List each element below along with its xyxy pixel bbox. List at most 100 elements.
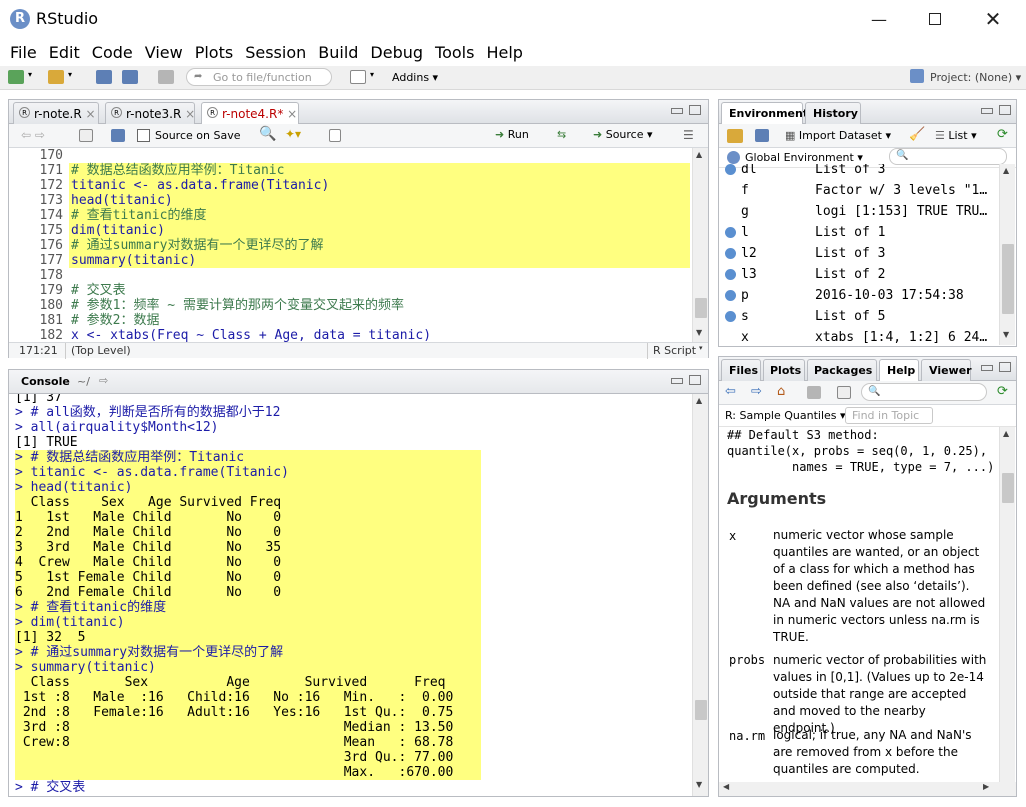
save-icon[interactable] xyxy=(96,70,112,84)
tab-r-note3[interactable]: Rr-note3.R × xyxy=(105,102,195,124)
tab-files[interactable]: Files xyxy=(721,359,761,381)
env-row[interactable]: l3 List of 2 xyxy=(719,264,999,285)
tab-help[interactable]: Help xyxy=(879,359,919,382)
forward-arrow-icon[interactable]: ⇨ xyxy=(751,384,762,399)
new-file-icon[interactable] xyxy=(8,70,24,84)
code-line[interactable]: titanic <- as.data.frame(Titanic) xyxy=(69,178,690,193)
menu-code[interactable]: Code xyxy=(86,43,139,62)
project-menu[interactable]: Project: (None) ▾ xyxy=(930,71,1021,84)
code-line[interactable]: summary(titanic) xyxy=(69,253,690,268)
env-row[interactable]: l2 List of 3 xyxy=(719,243,999,264)
env-scrollbar[interactable]: ▲ ▼ xyxy=(999,164,1015,345)
close-tab-icon[interactable]: × xyxy=(86,107,96,121)
home-icon[interactable]: ⌂ xyxy=(777,384,785,399)
code-line[interactable] xyxy=(69,268,690,283)
refresh-icon[interactable]: ⟳ xyxy=(997,384,1008,399)
maximize-button[interactable] xyxy=(912,4,958,34)
tab-plots[interactable]: Plots xyxy=(763,359,805,381)
help-search-input[interactable]: 🔍 xyxy=(861,383,987,401)
menu-tools[interactable]: Tools xyxy=(429,43,480,62)
env-row[interactable]: p 2016-10-03 17:54:38 xyxy=(719,285,999,306)
env-row[interactable]: g logi [1:153] TRUE TRU… xyxy=(719,201,999,222)
minimize-button[interactable]: — xyxy=(856,4,902,34)
expand-arrow-icon[interactable] xyxy=(725,164,736,175)
tab-r-note[interactable]: Rr-note.R × xyxy=(13,102,99,124)
chevron-down-icon[interactable]: ▾ xyxy=(28,70,32,79)
scope-indicator[interactable]: (Top Level) xyxy=(71,344,131,357)
menu-debug[interactable]: Debug xyxy=(364,43,429,62)
broom-icon[interactable]: 🧹 xyxy=(909,127,925,142)
menu-plots[interactable]: Plots xyxy=(189,43,240,62)
chevron-down-icon[interactable]: ▾ xyxy=(370,70,374,79)
magic-wand-icon[interactable]: ✦▾ xyxy=(285,127,301,141)
code-editor[interactable]: 170 171 # 数据总结函数应用举例：Titanic 172 titanic <- … xyxy=(9,148,692,342)
expand-arrow-icon[interactable] xyxy=(725,290,736,301)
env-row[interactable]: f Factor w/ 3 levels "1… xyxy=(719,180,999,201)
env-row[interactable]: s List of 5 xyxy=(719,306,999,327)
console-output[interactable]: [1] 37 > # all函数，判断是否所有的数据都小于12 > all(airq… xyxy=(9,394,692,796)
go-to-directory-icon[interactable]: ⇨ xyxy=(99,374,108,387)
addins-menu[interactable]: Addins ▾ xyxy=(392,71,438,84)
goto-file-input[interactable]: Go to file/function xyxy=(186,68,332,86)
tab-r-note4[interactable]: Rr-note4.R* × xyxy=(201,102,299,125)
close-tab-icon[interactable]: × xyxy=(185,107,195,121)
expand-arrow-icon[interactable] xyxy=(725,311,736,322)
code-line[interactable]: x <- xtabs(Freq ~ Class + Age, data = ti… xyxy=(69,328,690,342)
help-hscrollbar[interactable]: ◀ ▶ xyxy=(719,782,1016,796)
code-line[interactable]: # 查看titanic的维度 xyxy=(69,208,690,223)
env-search-input[interactable]: 🔍 xyxy=(889,148,1007,165)
menu-edit[interactable]: Edit xyxy=(43,43,86,62)
close-tab-icon[interactable]: × xyxy=(287,107,297,121)
open-folder-icon[interactable] xyxy=(48,70,64,84)
maximize-pane-icon[interactable] xyxy=(689,375,701,385)
menu-session[interactable]: Session xyxy=(239,43,312,62)
console-scrollbar[interactable]: ▲ ▼ xyxy=(692,394,708,796)
menu-file[interactable]: File xyxy=(4,43,43,62)
code-line[interactable]: # 参数2：数据 xyxy=(69,313,690,328)
env-row[interactable]: dl List of 3 xyxy=(719,164,999,180)
tab-viewer[interactable]: Viewer xyxy=(921,359,972,381)
import-dataset-button[interactable]: ▦ Import Dataset ▾ xyxy=(785,129,891,142)
code-line[interactable]: # 通过summary对数据有一个更详尽的了解 xyxy=(69,238,690,253)
maximize-pane-icon[interactable] xyxy=(999,362,1011,372)
save-icon[interactable] xyxy=(111,129,125,142)
maximize-pane-icon[interactable] xyxy=(999,105,1011,115)
print-icon[interactable] xyxy=(807,386,821,399)
refresh-icon[interactable]: ⟳ xyxy=(997,127,1008,142)
expand-arrow-icon[interactable] xyxy=(725,269,736,280)
rerun-icon[interactable]: ⇆ xyxy=(557,128,566,141)
save-icon[interactable] xyxy=(755,129,769,142)
show-in-window-icon[interactable] xyxy=(837,386,851,399)
outline-icon[interactable]: ☰ xyxy=(683,128,694,142)
code-line[interactable] xyxy=(69,148,690,163)
find-in-topic-input[interactable]: Find in Topic xyxy=(845,407,933,424)
minimize-pane-icon[interactable] xyxy=(981,365,993,371)
code-line[interactable]: # 数据总结函数应用举例：Titanic xyxy=(69,163,690,178)
code-line[interactable]: # 参数1：频率 ~ 需要计算的那两个变量交叉起来的频率 xyxy=(69,298,690,313)
tab-environment[interactable]: Environment xyxy=(721,102,808,125)
run-button[interactable]: ➜ Run xyxy=(495,128,529,141)
help-scrollbar[interactable]: ▲ xyxy=(999,427,1015,782)
code-line[interactable]: # 交叉表 xyxy=(69,283,690,298)
code-line[interactable]: dim(titanic) xyxy=(69,223,690,238)
open-folder-icon[interactable] xyxy=(727,129,743,143)
scroll-thumb[interactable] xyxy=(695,298,707,318)
expand-arrow-icon[interactable] xyxy=(725,227,736,238)
file-type[interactable]: R Script xyxy=(653,344,696,357)
scroll-thumb[interactable] xyxy=(1002,473,1014,503)
tab-packages[interactable]: Packages xyxy=(807,359,877,381)
env-row[interactable]: l List of 1 xyxy=(719,222,999,243)
minimize-pane-icon[interactable] xyxy=(671,378,683,384)
search-icon[interactable]: 🔍 xyxy=(259,126,276,142)
editor-scrollbar[interactable]: ▲ ▼ xyxy=(692,148,708,342)
menu-help[interactable]: Help xyxy=(480,43,528,62)
menu-build[interactable]: Build xyxy=(312,43,364,62)
list-view-button[interactable]: ☰ List ▾ xyxy=(935,129,977,142)
source-button[interactable]: ➜ Source ▾ xyxy=(593,128,653,141)
save-all-icon[interactable] xyxy=(122,70,138,84)
minimize-pane-icon[interactable] xyxy=(981,108,993,114)
maximize-pane-icon[interactable] xyxy=(689,105,701,115)
tab-history[interactable]: History xyxy=(805,102,861,124)
chevron-down-icon[interactable]: ▾ xyxy=(68,70,72,79)
scroll-thumb[interactable] xyxy=(695,700,707,720)
